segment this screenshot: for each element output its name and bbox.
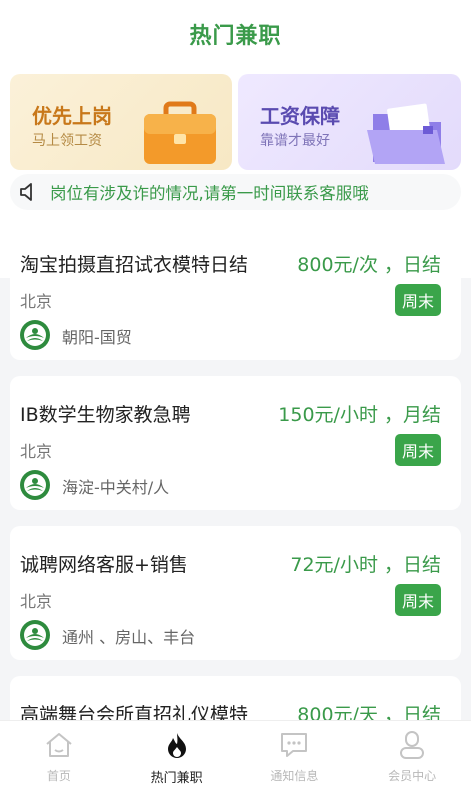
tab-label: 通知信息 <box>270 769 319 783</box>
job-area: 朝阳-国贸 <box>62 328 132 347</box>
job-city: 北京 <box>20 442 53 461</box>
tab-label: 会员中心 <box>388 769 437 783</box>
job-pay: 800元/次 ，日结 <box>297 254 441 276</box>
job-badge: 周末 <box>395 284 441 316</box>
job-title: IB数学生物家教急聘 <box>20 404 191 426</box>
job-area: 海淀-中关村/人 <box>62 478 170 497</box>
home-icon <box>43 729 75 761</box>
job-area: 通州 、房山、丰台 <box>62 628 196 647</box>
company-logo-icon <box>20 320 50 350</box>
job-card[interactable]: IB数学生物家教急聘 150元/小时 ，月结 北京 周末 海淀-中关村/人 <box>10 376 461 510</box>
banner-title: 工资保障 <box>260 104 340 128</box>
job-badge: 周末 <box>395 584 441 616</box>
tab-label: 首页 <box>46 769 71 783</box>
company-logo-icon <box>20 470 50 500</box>
job-title: 淘宝拍摄直招试衣模特日结 <box>20 254 249 276</box>
company-logo-icon <box>20 620 50 650</box>
job-pay: 150元/小时 ，月结 <box>278 404 441 426</box>
notice-text: 岗位有涉及诈的情况,请第一时间联系客服哦 <box>50 184 369 203</box>
tab-hot-jobs[interactable]: 热门兼职 <box>118 721 236 791</box>
app-header: 热门兼职 <box>0 0 471 68</box>
banner-priority[interactable]: 优先上岗 马上领工资 <box>10 74 232 170</box>
job-city: 北京 <box>20 292 53 311</box>
tab-label: 热门兼职 <box>150 771 203 786</box>
tab-member-center[interactable]: 会员中心 <box>353 721 471 791</box>
notice-bar[interactable]: 岗位有涉及诈的情况,请第一时间联系客服哦 <box>10 174 461 210</box>
user-icon <box>396 729 428 761</box>
flame-icon <box>161 729 193 761</box>
banner-salary-guarantee[interactable]: 工资保障 靠谱才最好 <box>238 74 461 170</box>
briefcase-icon <box>144 101 216 164</box>
job-badge: 周末 <box>395 434 441 466</box>
job-city: 北京 <box>20 592 53 611</box>
job-card[interactable]: 诚聘网络客服+销售 72元/小时 ，日结 北京 周末 通州 、房山、丰台 <box>10 526 461 660</box>
job-pay: 72元/小时 ，日结 <box>290 554 441 576</box>
speaker-icon <box>16 179 42 205</box>
banner-title: 优先上岗 <box>32 104 112 128</box>
tab-home[interactable]: 首页 <box>0 721 118 791</box>
job-card[interactable]: 淘宝拍摄直招试衣模特日结 800元/次 ，日结 北京 周末 朝阳-国贸 <box>10 226 461 360</box>
job-title: 诚聘网络客服+销售 <box>20 554 188 576</box>
tab-notifications[interactable]: 通知信息 <box>236 721 354 791</box>
message-icon <box>278 729 310 761</box>
banner-subtitle: 靠谱才最好 <box>260 133 330 149</box>
banner-subtitle: 马上领工资 <box>32 133 102 149</box>
folder-icon <box>367 103 445 164</box>
page-title: 热门兼职 <box>189 24 282 49</box>
bottom-tab-bar: 首页 热门兼职 通知信息 会员中心 <box>0 720 471 791</box>
